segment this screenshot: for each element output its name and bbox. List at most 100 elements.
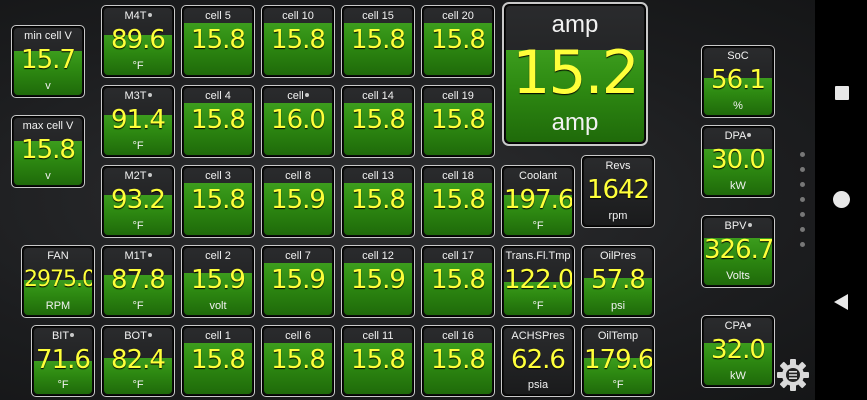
gauge-label: cell 14	[362, 90, 394, 102]
gauge-cell-9[interactable]: cell 16.0	[261, 85, 335, 158]
page-indicator-dot	[800, 197, 805, 202]
gauge-label: max cell V	[22, 120, 74, 132]
gauge-label: cell 17	[442, 250, 474, 262]
gauge-value: 56.1	[711, 65, 766, 95]
gauge-label: amp	[551, 11, 599, 38]
gauge-cell-10[interactable]: cell 10 15.8	[261, 5, 335, 78]
gauge-unit: %	[733, 100, 743, 112]
gauge-unit: °F	[132, 379, 144, 391]
gauge-cell-13[interactable]: cell 13 15.8	[341, 165, 415, 238]
gauge-oiltemp[interactable]: OilTemp 179.6 °F	[581, 325, 655, 397]
gauge-value: 15.8	[191, 105, 246, 135]
gauge-value: 122.0	[504, 265, 572, 295]
gauge-cell-7[interactable]: cell 7 15.9	[261, 245, 335, 318]
indicator-dot-icon	[147, 173, 152, 177]
gauge-cell-5[interactable]: cell 5 15.8	[181, 5, 255, 78]
gauge-value: 15.8	[431, 265, 486, 295]
gauge-unit: amp	[551, 109, 599, 136]
indicator-dot-icon	[747, 323, 752, 327]
gauge-value: 15.8	[431, 185, 486, 215]
gauge-coolant[interactable]: Coolant 197.6 °F	[501, 165, 575, 238]
page-indicator-dot	[800, 152, 805, 157]
gauge-soc[interactable]: SoC 56.1%	[701, 45, 775, 118]
gauge-unit: v	[45, 80, 51, 92]
gauge-value: 93.2	[111, 185, 166, 215]
gauge-value: 71.6	[36, 345, 91, 375]
page-indicator-dot	[800, 182, 805, 187]
gauge-max-cell-v[interactable]: max cell V 15.8 v	[11, 115, 85, 188]
gauge-m2t[interactable]: M2T 93.2 °F	[101, 165, 175, 238]
gauge-value: 15.8	[431, 25, 486, 55]
gauge-cell-12[interactable]: cell 12 15.9	[341, 245, 415, 318]
gauge-value: 15.2	[512, 38, 640, 108]
gauge-label: Trans.Fl.Tmp	[505, 250, 571, 262]
indicator-dot-icon	[747, 223, 752, 227]
gauge-bpv[interactable]: BPV 326.7 Volts	[701, 215, 775, 288]
gauge-label: cell 12	[362, 250, 394, 262]
gauge-value: 15.9	[191, 265, 246, 295]
gauge-bit[interactable]: BIT 71.6 °F	[31, 325, 95, 397]
gauge-unit: Volts	[726, 270, 750, 282]
gauge-unit: rpm	[608, 210, 628, 222]
home-circle-icon[interactable]	[833, 191, 850, 208]
indicator-dot-icon	[304, 93, 309, 97]
gauge-unit: psia	[527, 379, 549, 391]
gauge-cell-4[interactable]: cell 4 15.8	[181, 85, 255, 158]
gauge-m1t[interactable]: M1T 87.8 °F	[101, 245, 175, 318]
gauge-cell-14[interactable]: cell 14 15.8	[341, 85, 415, 158]
gauge-trans-fl-tmp[interactable]: Trans.Fl.Tmp 122.0 °F	[501, 245, 575, 318]
gauge-value: 15.8	[271, 345, 326, 375]
gauge-min-cell-v[interactable]: min cell V 15.7 v	[11, 25, 85, 98]
gauge-cell-6[interactable]: cell 6 15.8	[261, 325, 335, 397]
gauge-cell-8[interactable]: cell 8 15.9	[261, 165, 335, 238]
gauge-label: ACHSPres	[511, 330, 565, 342]
gauge-fan[interactable]: FAN 2975.0 RPM	[21, 245, 95, 318]
gauge-cell-20[interactable]: cell 20 15.8	[421, 5, 495, 78]
gauge-label: CPA	[704, 320, 772, 332]
gauge-label: cell 2	[205, 250, 231, 262]
gauge-unit: v	[45, 170, 51, 182]
gauge-m4t[interactable]: M4T 89.6 °F	[101, 5, 175, 78]
gauge-cell-18[interactable]: cell 18 15.8	[421, 165, 495, 238]
gauge-oilpres[interactable]: OilPres 57.8 psi	[581, 245, 655, 318]
gauge-value: 15.8	[431, 105, 486, 135]
page-indicator-dot	[800, 212, 805, 217]
gauge-label: cell	[264, 90, 332, 102]
gauge-value: 179.6	[584, 345, 652, 375]
indicator-dot-icon	[147, 253, 152, 257]
gauge-value: 87.8	[111, 265, 166, 295]
gauge-m3t[interactable]: M3T 91.4 °F	[101, 85, 175, 158]
gauge-value: 91.4	[111, 105, 166, 135]
gauge-cell-17[interactable]: cell 17 15.8	[421, 245, 495, 318]
gauge-cell-1[interactable]: cell 1 15.8	[181, 325, 255, 397]
indicator-dot-icon	[147, 333, 152, 337]
gauge-value: 15.8	[431, 345, 486, 375]
gauge-cpa[interactable]: CPA 32.0 kW	[701, 315, 775, 388]
gauge-dpa[interactable]: DPA 30.0 kW	[701, 125, 775, 198]
gauge-bot[interactable]: BOT 82.4 °F	[101, 325, 175, 397]
gauge-label: FAN	[47, 250, 69, 262]
gauge-cell-3[interactable]: cell 3 15.8	[181, 165, 255, 238]
gauge-cell-2[interactable]: cell 2 15.9 volt	[181, 245, 255, 318]
gauge-value: 15.8	[191, 345, 246, 375]
gear-icon[interactable]	[776, 358, 810, 392]
gauge-label: Revs	[605, 160, 631, 172]
gauge-amp[interactable]: amp 15.2 amp	[502, 2, 648, 146]
gauge-revs[interactable]: Revs 1642 rpm	[581, 155, 655, 228]
gauge-unit: RPM	[45, 300, 71, 312]
page-indicator-dot	[800, 227, 805, 232]
recents-square-icon[interactable]	[835, 86, 849, 100]
gauge-value: 15.7	[21, 45, 76, 75]
gauge-label: cell 20	[442, 10, 474, 22]
gauge-cell-11[interactable]: cell 11 15.8	[341, 325, 415, 397]
gauge-cell-15[interactable]: cell 15 15.8	[341, 5, 415, 78]
gauge-label: cell 4	[205, 90, 231, 102]
back-triangle-icon[interactable]	[834, 294, 848, 310]
gauge-value: 57.8	[591, 265, 646, 295]
gauge-cell-16[interactable]: cell 16 15.8	[421, 325, 495, 397]
gauge-unit: °F	[532, 300, 544, 312]
gauge-cell-19[interactable]: cell 19 15.8	[421, 85, 495, 158]
gauge-achspres[interactable]: ACHSPres 62.6 psia	[501, 325, 575, 397]
gauge-label: M3T	[104, 90, 172, 102]
gauge-value: 15.8	[21, 135, 76, 165]
